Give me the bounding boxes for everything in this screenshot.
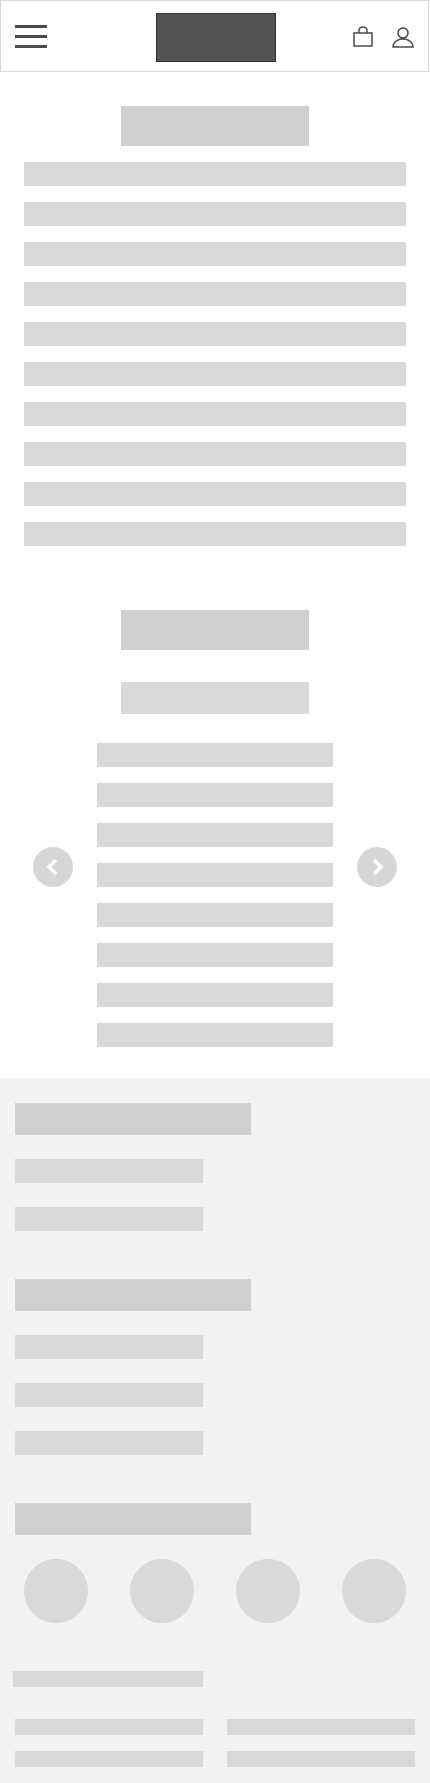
social-icon[interactable] (130, 1559, 194, 1623)
hamburger-menu-button[interactable] (15, 25, 47, 55)
footer-bottom-line-placeholder (227, 1751, 415, 1767)
carousel-title-placeholder (121, 610, 309, 650)
footer-bottom-line-placeholder (15, 1719, 203, 1735)
footer-link-placeholder[interactable] (15, 1207, 203, 1231)
footer-bottom-line-placeholder (15, 1751, 203, 1767)
footer-heading-placeholder (15, 1503, 251, 1535)
carousel-line-placeholder (97, 863, 333, 887)
logo[interactable] (156, 13, 276, 62)
account-button[interactable] (391, 25, 415, 49)
footer-bottom-line-placeholder (13, 1671, 203, 1687)
section-title-placeholder (121, 106, 309, 146)
carousel-line-placeholder (97, 1023, 333, 1047)
carousel-line-placeholder (97, 903, 333, 927)
cart-button[interactable] (352, 26, 374, 48)
footer-heading-placeholder (15, 1103, 251, 1135)
social-icon[interactable] (24, 1559, 88, 1623)
hamburger-icon (15, 25, 47, 28)
carousel-line-placeholder (97, 783, 333, 807)
footer-link-placeholder[interactable] (15, 1335, 203, 1359)
carousel-line-placeholder (97, 983, 333, 1007)
footer-link-placeholder[interactable] (15, 1431, 203, 1455)
carousel-line-placeholder (97, 743, 333, 767)
carousel-subtitle-placeholder (121, 682, 309, 714)
footer-heading-placeholder (15, 1279, 251, 1311)
carousel-next-button[interactable] (357, 847, 397, 887)
hamburger-line (15, 35, 47, 38)
chevron-left-icon (46, 858, 58, 876)
hamburger-line (15, 45, 47, 48)
social-icon[interactable] (342, 1559, 406, 1623)
text-line-placeholder (24, 322, 406, 346)
chevron-right-icon (372, 858, 384, 876)
text-line-placeholder (24, 442, 406, 466)
text-line-placeholder (24, 482, 406, 506)
text-line-placeholder (24, 242, 406, 266)
carousel-line-placeholder (97, 823, 333, 847)
shopping-bag-icon (353, 26, 373, 47)
carousel-line-placeholder (97, 943, 333, 967)
text-line-placeholder (24, 202, 406, 226)
footer-link-placeholder[interactable] (15, 1159, 203, 1183)
carousel-prev-button[interactable] (33, 847, 73, 887)
text-line-placeholder (24, 522, 406, 546)
text-line-placeholder (24, 402, 406, 426)
text-line-placeholder (24, 162, 406, 186)
text-line-placeholder (24, 362, 406, 386)
footer-bottom-line-placeholder (227, 1719, 415, 1735)
site-header (0, 0, 429, 72)
user-icon (392, 27, 414, 48)
footer-link-placeholder[interactable] (15, 1383, 203, 1407)
text-line-placeholder (24, 282, 406, 306)
social-icon[interactable] (236, 1559, 300, 1623)
